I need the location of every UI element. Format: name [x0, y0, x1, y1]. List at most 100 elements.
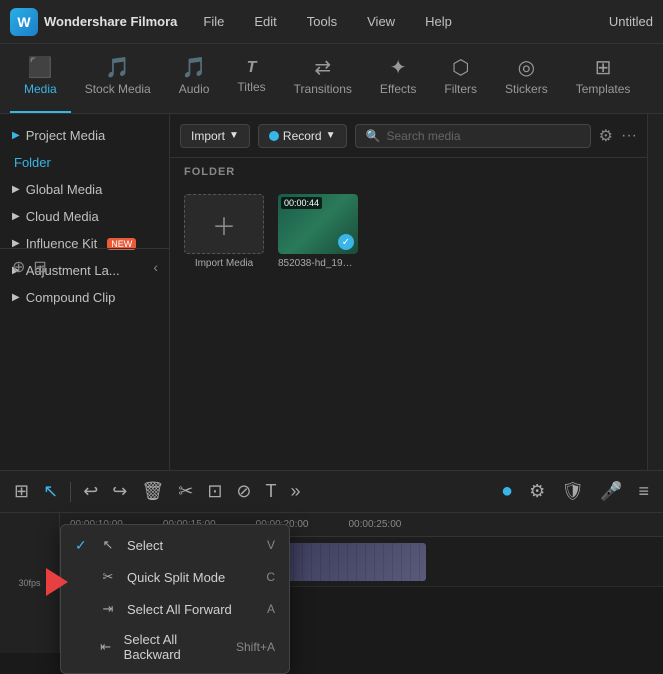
scissors-split-icon: ✂ [99, 568, 117, 586]
scissors-icon[interactable]: ✂ [174, 477, 197, 506]
import-media-label: Import Media [195, 258, 253, 269]
video-duration: 00:00:44 [281, 197, 322, 209]
select-backward-shortcut: Shift+A [236, 640, 275, 654]
redo-icon[interactable]: ↪ [108, 477, 131, 506]
plus-icon: ＋ [212, 207, 236, 242]
fps-label: 30fps [18, 578, 40, 588]
title-bar: W Wondershare Filmora File Edit Tools Vi… [0, 0, 663, 44]
sidebar-item-compound-clip[interactable]: ▶ Compound Clip [0, 284, 169, 311]
select-forward-label: Select All Forward [127, 602, 232, 617]
menu-bar: File Edit Tools View Help [197, 10, 609, 33]
folder-section-label: FOLDER [170, 158, 647, 186]
tab-titles[interactable]: T Titles [223, 43, 279, 113]
sidebar-item-cloud-media[interactable]: ▶ Cloud Media [0, 203, 169, 230]
forward-select-icon: ⇥ [99, 600, 117, 618]
time-mark-4: 00:00:25:00 [348, 519, 401, 530]
more-options-icon[interactable]: ··· [621, 127, 637, 145]
dropdown-quick-split[interactable]: ✓ ✂ Quick Split Mode C [61, 561, 289, 593]
tab-filters-label: Filters [444, 82, 477, 96]
menu-view[interactable]: View [361, 10, 401, 33]
add-folder-icon[interactable]: ⊕ [12, 257, 25, 277]
menu-file[interactable]: File [197, 10, 230, 33]
main-area: ▶ Project Media Folder ▶ Global Media ▶ … [0, 114, 663, 470]
cursor-icon[interactable]: ↖ [39, 477, 62, 506]
record-dot-icon [269, 131, 279, 141]
tab-stock-media[interactable]: 🎵 Stock Media [71, 43, 165, 113]
templates-icon: ⊞ [595, 58, 612, 78]
right-panel [647, 114, 663, 470]
undo-icon[interactable]: ↩ [79, 477, 102, 506]
import-button[interactable]: Import ▼ [180, 124, 250, 148]
dropdown-select-backward[interactable]: ✓ ⇤ Select All Backward Shift+A [61, 625, 289, 669]
select-backward-label: Select All Backward [124, 632, 226, 662]
filters-icon: ⬡ [452, 58, 469, 78]
video-clip-2[interactable] [276, 543, 426, 581]
logo-icon: W [10, 8, 38, 36]
sidebar-label-project-media: Project Media [26, 128, 105, 143]
quick-split-label: Quick Split Mode [127, 570, 225, 585]
more-timeline-icon[interactable]: » [287, 477, 305, 506]
select-label: Select [127, 538, 163, 553]
crop-icon[interactable]: ⊡ [203, 477, 226, 506]
list-icon[interactable]: ≡ [634, 477, 653, 506]
tab-templates[interactable]: ⊞ Templates [562, 43, 645, 113]
menu-edit[interactable]: Edit [248, 10, 282, 33]
select-forward-shortcut: A [267, 602, 275, 616]
arrow-indicator [46, 568, 68, 596]
stock-media-icon: 🎵 [105, 58, 130, 78]
text-icon[interactable]: T [262, 477, 281, 506]
sidebar-item-global-media[interactable]: ▶ Global Media [0, 176, 169, 203]
sidebar-item-project-media[interactable]: ▶ Project Media [0, 122, 169, 149]
import-media-item[interactable]: ＋ Import Media [184, 194, 264, 269]
import-placeholder[interactable]: ＋ [184, 194, 264, 254]
transitions-icon: ⇄ [314, 58, 331, 78]
window-title: Untitled [609, 14, 653, 29]
search-box[interactable]: 🔍 Search media [355, 124, 591, 148]
menu-help[interactable]: Help [419, 10, 458, 33]
delete-icon[interactable]: 🗑 [137, 477, 168, 506]
select-shortcut: V [267, 538, 275, 552]
timeline-toolbar: ⊞ ↖ ↩ ↪ 🗑 ✂ ⊡ ⊘ T » ● ⚙ 🛡 🎤 ≡ [0, 471, 663, 513]
dropdown-select[interactable]: ✓ ↖ Select V [61, 529, 289, 561]
filter-icon[interactable]: ⚙ [599, 126, 613, 146]
tab-audio[interactable]: 🎵 Audio [165, 43, 224, 113]
chevron-right-icon: ▶ [12, 130, 20, 141]
effects-icon: ✦ [390, 58, 407, 78]
tab-stickers[interactable]: ◎ Stickers [491, 43, 562, 113]
green-circle-icon[interactable]: ● [497, 476, 517, 507]
record-label: Record [283, 129, 322, 143]
dropdown-select-forward[interactable]: ✓ ⇥ Select All Forward A [61, 593, 289, 625]
mic-icon[interactable]: 🎤 [596, 477, 626, 506]
split-icon[interactable]: ⊘ [232, 477, 255, 506]
tab-templates-label: Templates [576, 82, 631, 96]
record-button[interactable]: Record ▼ [258, 124, 347, 148]
separator-1 [70, 482, 71, 502]
media-grid: ＋ Import Media 00:00:44 ✓ 852038-hd_1920… [170, 186, 647, 277]
tab-media[interactable]: ⬛ Media [10, 43, 71, 113]
menu-tools[interactable]: Tools [301, 10, 343, 33]
video-media-item[interactable]: 00:00:44 ✓ 852038-hd_1920.... [278, 194, 358, 269]
collapse-icon[interactable]: ‹ [153, 259, 158, 275]
tab-audio-label: Audio [179, 82, 210, 96]
chevron-right-icon-6: ▶ [12, 292, 20, 303]
logo: W Wondershare Filmora [10, 8, 177, 36]
chevron-right-icon-3: ▶ [12, 211, 20, 222]
logo-text: Wondershare Filmora [44, 14, 177, 29]
sidebar-label-global-media: Global Media [26, 182, 103, 197]
settings-circle-icon[interactable]: ⚙ [525, 477, 549, 506]
shield-icon[interactable]: 🛡 [557, 477, 588, 506]
record-chevron-icon: ▼ [326, 130, 336, 141]
audio-icon: 🎵 [182, 58, 207, 78]
import-label: Import [191, 129, 225, 143]
clip-texture-2 [276, 543, 426, 581]
remove-folder-icon[interactable]: ⊟ [33, 257, 46, 277]
check-icon: ✓ [75, 537, 89, 554]
tab-transitions[interactable]: ⇄ Transitions [280, 43, 366, 113]
grid-icon[interactable]: ⊞ [10, 477, 33, 506]
tab-filters[interactable]: ⬡ Filters [430, 43, 491, 113]
sidebar-item-folder[interactable]: Folder [0, 149, 169, 176]
tab-effects[interactable]: ✦ Effects [366, 43, 430, 113]
cursor-select-icon: ↖ [99, 536, 117, 554]
search-icon: 🔍 [366, 129, 381, 143]
empty-check-2: ✓ [75, 601, 89, 618]
